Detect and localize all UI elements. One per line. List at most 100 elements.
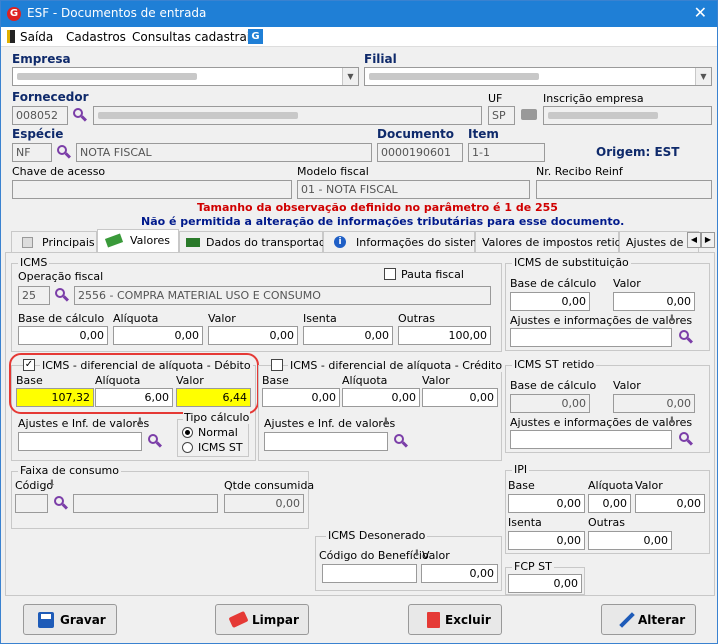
ipi-title: IPI bbox=[512, 463, 530, 476]
difal-credito-aliquota-field[interactable]: 0,00 bbox=[342, 388, 420, 407]
filial-select[interactable]: ▼ bbox=[364, 67, 712, 86]
menu-cadastros[interactable]: Cadastros bbox=[66, 30, 126, 44]
faixa-title: Faixa de consumo bbox=[18, 464, 122, 477]
especie-desc-field[interactable]: NOTA FISCAL bbox=[76, 143, 372, 162]
icms-valor-field[interactable]: 0,00 bbox=[208, 326, 298, 345]
menu-saida[interactable]: Saída bbox=[20, 30, 53, 44]
difal-credito-base-field[interactable]: 0,00 bbox=[262, 388, 340, 407]
info-icon: i bbox=[334, 236, 346, 248]
uf-field[interactable]: SP bbox=[488, 106, 515, 125]
ipi-outras-field[interactable]: 0,00 bbox=[588, 531, 672, 550]
gravar-label: Gravar bbox=[60, 613, 106, 627]
icms-base-field[interactable]: 0,00 bbox=[18, 326, 108, 345]
st-retido-base-field[interactable]: 0,00 bbox=[510, 394, 590, 413]
g-help-icon[interactable]: G bbox=[248, 29, 263, 44]
document-icon bbox=[22, 237, 33, 248]
limpar-button[interactable]: Limpar bbox=[215, 604, 309, 635]
tab-valores-impostos-retidos[interactable]: Valores de impostos retidos bbox=[475, 231, 634, 252]
icms-st-ajustes-field[interactable] bbox=[510, 328, 672, 347]
search-icon[interactable] bbox=[73, 108, 88, 122]
difal-credito-valor-field[interactable]: 0,00 bbox=[422, 388, 498, 407]
item-field[interactable]: 1-1 bbox=[468, 143, 545, 162]
icms-st-ajustes-label: Ajustes e informações de valores bbox=[510, 314, 693, 327]
search-icon[interactable] bbox=[57, 145, 72, 159]
operacao-code-field[interactable]: 25 bbox=[18, 286, 50, 305]
faixa-qtde-field[interactable]: 0,00 bbox=[224, 494, 304, 513]
tab-principais[interactable]: Principais bbox=[11, 231, 97, 252]
tab-scroll-right-icon[interactable]: ▶ bbox=[701, 232, 715, 248]
search-icon[interactable] bbox=[394, 434, 409, 448]
recibo-field[interactable] bbox=[536, 180, 712, 199]
st-retido-valor-field[interactable]: 0,00 bbox=[613, 394, 695, 413]
fcp-st-field[interactable]: 0,00 bbox=[508, 574, 582, 593]
empresa-label: Empresa bbox=[12, 52, 71, 66]
menu-consultas-cadastrais[interactable]: Consultas cadastrais bbox=[132, 30, 256, 44]
gravar-button[interactable]: Gravar bbox=[23, 604, 117, 635]
pauta-checkbox[interactable] bbox=[384, 268, 396, 280]
ipi-valor-label: Valor bbox=[635, 479, 663, 492]
recibo-label: Nr. Recibo Reinf bbox=[536, 165, 623, 178]
window-title: ESF - Documentos de entrada bbox=[27, 6, 207, 20]
ipi-valor-field[interactable]: 0,00 bbox=[635, 494, 705, 513]
search-icon[interactable] bbox=[679, 330, 694, 344]
st-retido-base-label: Base de cálculo bbox=[510, 379, 597, 392]
search-icon[interactable] bbox=[148, 434, 163, 448]
chevron-down-icon[interactable]: ▼ bbox=[342, 68, 358, 85]
ipi-isenta-field[interactable]: 0,00 bbox=[508, 531, 585, 550]
pin-icon: ⬇ bbox=[136, 417, 144, 427]
excluir-button[interactable]: Excluir bbox=[408, 604, 502, 635]
icms-outras-field[interactable]: 100,00 bbox=[398, 326, 491, 345]
radio-normal[interactable] bbox=[182, 427, 193, 438]
modelo-field[interactable]: 01 - NOTA FISCAL bbox=[297, 180, 530, 199]
pin-icon: ⬇ bbox=[413, 549, 421, 559]
icms-aliquota-field[interactable]: 0,00 bbox=[113, 326, 203, 345]
save-icon bbox=[38, 612, 54, 628]
desonerado-title: ICMS Desonerado bbox=[326, 529, 428, 542]
search-icon[interactable] bbox=[55, 288, 70, 302]
empresa-select[interactable]: ▼ bbox=[12, 67, 359, 86]
fornecedor-label: Fornecedor bbox=[12, 90, 89, 104]
tab-informacoes-sistema[interactable]: Informações do sistema i bbox=[323, 231, 488, 252]
title-bar: G ESF - Documentos de entrada ✕ bbox=[1, 1, 717, 27]
tab-dados-transportador[interactable]: Dados do transportador bbox=[179, 231, 337, 252]
tab-transportador-label: Dados do transportador bbox=[206, 236, 338, 249]
difal-debito-ajustes-field[interactable] bbox=[18, 432, 142, 451]
icms-st-base-field[interactable]: 0,00 bbox=[510, 292, 590, 311]
search-icon[interactable] bbox=[679, 432, 694, 446]
difal-credito-checkbox[interactable] bbox=[271, 359, 283, 371]
tab-valores[interactable]: Valores bbox=[97, 229, 179, 253]
search-icon[interactable] bbox=[54, 496, 69, 510]
st-retido-ajustes-field[interactable] bbox=[510, 430, 672, 449]
inscricao-field[interactable] bbox=[543, 106, 712, 125]
tab-scroll-left-icon[interactable]: ◀ bbox=[687, 232, 701, 248]
desonerado-codigo-field[interactable] bbox=[322, 564, 417, 583]
documento-field[interactable]: 0000190601 bbox=[377, 143, 463, 162]
icms-outras-label: Outras bbox=[398, 312, 435, 325]
fornecedor-code-field[interactable]: 008052 bbox=[12, 106, 68, 125]
icms-st-title: ICMS de substituição bbox=[512, 256, 631, 269]
faixa-codigo-field[interactable] bbox=[15, 494, 48, 513]
close-icon[interactable]: ✕ bbox=[694, 3, 707, 22]
desonerado-valor-field[interactable]: 0,00 bbox=[421, 564, 498, 583]
ipi-aliquota-field[interactable]: 0,00 bbox=[588, 494, 631, 513]
chave-field[interactable] bbox=[12, 180, 292, 199]
difal-credito-ajustes-field[interactable] bbox=[264, 432, 388, 451]
especie-code-field[interactable]: NF bbox=[12, 143, 52, 162]
chevron-down-icon[interactable]: ▼ bbox=[695, 68, 711, 85]
tab-principais-label: Principais bbox=[42, 236, 95, 249]
faixa-desc-field[interactable] bbox=[73, 494, 218, 513]
ipi-base-field[interactable]: 0,00 bbox=[508, 494, 585, 513]
difal-credito-base-label: Base bbox=[262, 374, 289, 387]
radio-icms-st[interactable] bbox=[182, 442, 193, 453]
difal-credito-valor-label: Valor bbox=[422, 374, 450, 387]
operacao-desc-field[interactable]: 2556 - COMPRA MATERIAL USO E CONSUMO bbox=[74, 286, 491, 305]
icms-st-valor-field[interactable]: 0,00 bbox=[613, 292, 695, 311]
fornecedor-name-field[interactable] bbox=[93, 106, 482, 125]
alterar-label: Alterar bbox=[638, 613, 686, 627]
uf-label: UF bbox=[488, 92, 503, 105]
alterar-button[interactable]: Alterar bbox=[601, 604, 696, 635]
fcp-st-title: FCP ST bbox=[512, 560, 554, 573]
pencil-icon bbox=[619, 612, 635, 628]
especie-label: Espécie bbox=[12, 127, 64, 141]
icms-isenta-field[interactable]: 0,00 bbox=[303, 326, 393, 345]
